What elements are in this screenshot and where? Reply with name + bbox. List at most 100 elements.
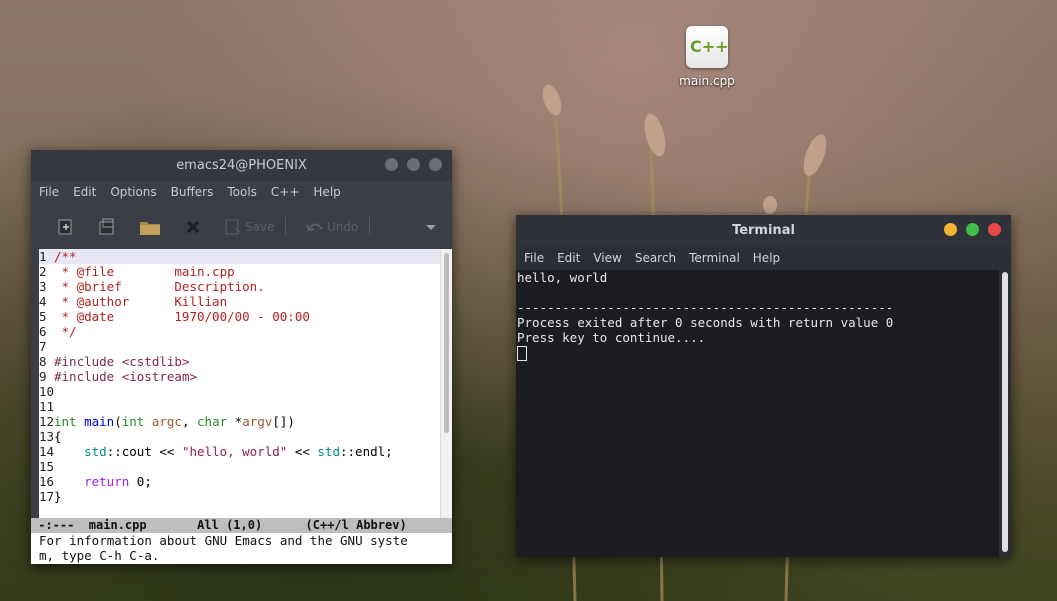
menu-c[interactable]: C++ (271, 181, 308, 203)
menu-buffers[interactable]: Buffers (171, 181, 222, 203)
close-button[interactable] (988, 223, 1001, 236)
code-line: 5 * @date 1970/00/00 - 00:00 (39, 309, 441, 324)
terminal-scrollbar[interactable] (999, 270, 1011, 557)
menu-edit[interactable]: Edit (73, 181, 104, 203)
code-line: 15 (39, 459, 441, 474)
line-number: 11 (39, 399, 55, 414)
code-line: 11 (39, 399, 441, 414)
save-icon[interactable] (223, 217, 245, 235)
menu-options[interactable]: Options (110, 181, 164, 203)
code-token: */ (54, 324, 77, 339)
scrollbar-thumb[interactable] (444, 253, 449, 433)
line-number: 16 (39, 474, 55, 489)
menu-help[interactable]: Help (753, 246, 793, 270)
menu-terminal[interactable]: Terminal (689, 246, 753, 270)
line-number: 17 (39, 489, 55, 504)
line-number: 1 (39, 249, 47, 264)
editor-scrollbar[interactable] (440, 249, 452, 518)
menu-tools[interactable]: Tools (227, 181, 265, 203)
code-token: } (54, 489, 62, 504)
terminal-line: Press key to continue.... (517, 330, 706, 345)
menu-search[interactable]: Search (635, 246, 689, 270)
scrollbar-thumb[interactable] (1002, 272, 1008, 552)
code-token: ::endl; (340, 444, 393, 459)
close-button[interactable] (429, 158, 442, 171)
menu-view[interactable]: View (593, 246, 634, 270)
emacs-toolbar: Save Undo (31, 203, 452, 249)
line-number: 13 (39, 429, 55, 444)
terminal-cursor (517, 346, 527, 361)
line-number: 2 (39, 264, 47, 279)
code-token: <cstdlib> (121, 354, 190, 369)
code-line: 13{ (39, 429, 441, 444)
menu-edit[interactable]: Edit (557, 246, 593, 270)
cpp-file-icon: C++ (686, 26, 729, 68)
terminal-screen[interactable]: hello, world ---------------------------… (516, 270, 999, 557)
line-number: 6 (39, 324, 47, 339)
code-token: , (181, 414, 198, 429)
emacs-titlebar[interactable]: emacs24@PHOENIX (31, 150, 452, 181)
line-number: 4 (39, 294, 47, 309)
code-line: 1 /** (39, 249, 441, 264)
line-number: 14 (39, 444, 55, 459)
terminal-menubar: File Edit View Search Terminal Help (516, 246, 1011, 270)
mode-line: -:--- main.cpp All (1,0) (C++/l Abbrev) (31, 518, 452, 533)
code-line: 6 */ (39, 324, 441, 339)
emacs-menubar: File Edit Options Buffers Tools C++ Help (31, 181, 452, 203)
code-line: 7 (39, 339, 441, 354)
toolbar-overflow-icon[interactable] (425, 217, 437, 235)
save-label[interactable]: Save (245, 220, 274, 234)
code-token: * @file main.cpp (54, 264, 235, 279)
toolbar-separator (285, 217, 286, 235)
code-editor[interactable]: 1/** 2 * @file main.cpp 3 * @brief Descrip… (39, 249, 452, 518)
code-token: #include (54, 369, 122, 384)
terminal-title: Terminal (732, 223, 795, 238)
code-line: 16 return 0; (39, 474, 441, 489)
line-number: 7 (39, 339, 47, 354)
code-token: ::cout << (106, 444, 182, 459)
code-line: 17} (39, 489, 441, 504)
undo-label[interactable]: Undo (327, 220, 358, 234)
folder-icon[interactable] (138, 217, 162, 235)
terminal-cursor-line (516, 345, 999, 361)
open-file-icon[interactable] (97, 217, 117, 235)
code-token: main (84, 414, 115, 429)
new-file-icon[interactable] (55, 217, 75, 235)
terminal-titlebar[interactable]: Terminal (516, 215, 1011, 246)
terminal-line: hello, world (517, 270, 608, 285)
code-token: "hello, world" (181, 444, 288, 459)
code-token: * (227, 414, 243, 429)
menu-file[interactable]: File (39, 181, 67, 203)
maximize-button[interactable] (407, 158, 420, 171)
minimize-button[interactable] (385, 158, 398, 171)
terminal-line: ----------------------------------------… (517, 300, 894, 315)
code-token: argv (242, 414, 273, 429)
code-line: 14 std::cout << "hello, world" << std::e… (39, 444, 441, 459)
code-line: 12int main(int argc, char *argv[]) (39, 414, 441, 429)
minimize-button[interactable] (944, 223, 957, 236)
close-buffer-icon[interactable] (183, 217, 203, 235)
code-line: 9 #include <iostream> (39, 369, 441, 384)
desktop-file-main-cpp[interactable]: C++ main.cpp (672, 26, 742, 88)
desktop-file-label: main.cpp (679, 74, 735, 88)
maximize-button[interactable] (966, 223, 979, 236)
undo-icon[interactable] (305, 217, 325, 235)
code-token: { (54, 429, 62, 444)
code-token: * @date 1970/00/00 - 00:00 (54, 309, 310, 324)
menu-help[interactable]: Help (313, 181, 348, 203)
line-number: 3 (39, 279, 47, 294)
code-line: 8 #include <cstdlib> (39, 354, 441, 369)
line-number: 5 (39, 309, 47, 324)
code-token: []) (272, 414, 295, 429)
code-line: 4 * @author Killian (39, 294, 441, 309)
menu-file[interactable]: File (524, 246, 557, 270)
line-number: 9 (39, 369, 47, 384)
code-token: return (84, 474, 130, 489)
code-token: int (121, 414, 145, 429)
code-token: #include (54, 354, 122, 369)
code-token: char (197, 414, 228, 429)
echo-line: m, type C-h C-a. (39, 548, 160, 563)
